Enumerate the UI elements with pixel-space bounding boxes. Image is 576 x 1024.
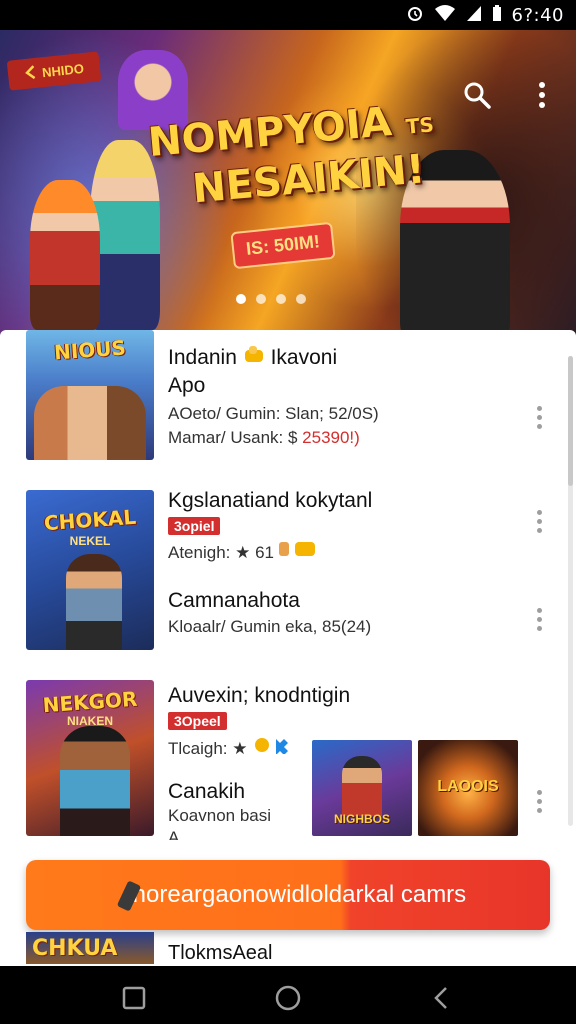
- app-title-1-part1: Indanin: [168, 346, 237, 369]
- promo-badge: 3opiel: [168, 517, 221, 535]
- preview-card-2[interactable]: LAOOIS: [418, 740, 518, 836]
- hero-banner[interactable]: NHIDO NOMPYOIA TS NESAIKIN! IS: 50IM!: [0, 30, 576, 342]
- item-menu-button[interactable]: [534, 406, 544, 436]
- cta-label: Inoreargaonowidloldarkal camrs: [126, 881, 467, 908]
- thumbnail-characters: [34, 386, 146, 460]
- preview-card-label: LAOOIS: [437, 778, 499, 795]
- app-title-2[interactable]: Kgslanatiand kokytanl: [168, 489, 372, 513]
- kebab-dot: [536, 424, 542, 429]
- app-title-1-part2: Ikavoni: [270, 346, 338, 369]
- app-rating-3: Tlcaigh: ★: [168, 736, 292, 759]
- app-title-1-line2: Apo: [168, 374, 206, 397]
- app-meta-3c: A: [168, 828, 180, 840]
- app-title-4[interactable]: TlokmsAeal: [168, 942, 272, 965]
- app-thumbnail-3[interactable]: NEKGOR NIAKEN: [26, 680, 154, 836]
- hero-character-blonde: [90, 140, 160, 330]
- item-menu-button[interactable]: [534, 790, 544, 820]
- alarm-icon: [406, 4, 424, 27]
- more-vertical-icon: [536, 790, 542, 795]
- app-rating-2: Atenigh: ★ 61: [168, 540, 319, 563]
- carousel-dot[interactable]: [236, 294, 246, 304]
- item-menu-button[interactable]: [534, 608, 544, 638]
- battery-icon: [492, 4, 502, 27]
- promo-badge: 3Opeel: [168, 712, 227, 730]
- install-cta-button[interactable]: Inoreargaonowidloldarkal camrs: [26, 860, 550, 930]
- carousel-dot[interactable]: [256, 294, 266, 304]
- back-nav-button[interactable]: [428, 984, 456, 1012]
- thumbnail-title: NIOUS: [53, 335, 127, 365]
- scrollbar-thumb[interactable]: [568, 356, 573, 486]
- thumbnail-character: [66, 554, 122, 650]
- back-arrow-icon: [23, 64, 39, 82]
- hero-character-orange: [30, 180, 100, 330]
- kebab-dot: [536, 415, 542, 420]
- kebab-dot: [536, 626, 542, 631]
- price-label: Mamar/ Usank: $: [168, 428, 303, 447]
- thumbnail-character: [60, 726, 130, 836]
- app-meta-2b: Kloaalr/ Gumin eka, 85(24): [168, 617, 372, 636]
- app-title-2b[interactable]: Camnanahota: [168, 589, 300, 613]
- price-value: 25390!): [302, 428, 360, 447]
- preview-character: [342, 756, 382, 816]
- hero-title-suffix: TS: [404, 112, 435, 139]
- square-icon: [120, 986, 148, 1016]
- app-thumbnail-2[interactable]: CHOKAL NEKEL: [26, 490, 154, 650]
- app-price-row-1: Mamar/ Usank: $ 25390!): [168, 428, 360, 448]
- search-icon: [462, 82, 492, 114]
- app-meta-1: AOeto/ Gumin: Slan; 52/0S): [168, 404, 379, 423]
- hand-emoji-icon: [243, 346, 271, 369]
- more-options-button[interactable]: [532, 80, 552, 110]
- thumbnail-title: CHKUA: [32, 936, 118, 961]
- hand-icon: [278, 542, 319, 562]
- preview-card-label: NIGHBOS: [333, 812, 390, 826]
- system-nav-bar: [0, 966, 576, 1024]
- more-vertical-icon: [536, 406, 542, 411]
- app-thumbnail-1[interactable]: NIOUS: [26, 330, 154, 460]
- search-button[interactable]: [462, 80, 492, 110]
- back-tag-label: NHIDO: [41, 60, 85, 80]
- kebab-dot: [536, 617, 542, 622]
- home-button[interactable]: [274, 984, 302, 1012]
- wifi-icon: [434, 4, 456, 27]
- signal-icon: [466, 4, 482, 27]
- more-vertical-icon: [536, 608, 542, 613]
- kebab-dot: [536, 528, 542, 533]
- kebab-dot: [536, 808, 542, 813]
- back-triangle-icon: [428, 987, 456, 1016]
- app-title-3[interactable]: Auvexin; knodntigin: [168, 684, 350, 708]
- kebab-dot: [536, 519, 542, 524]
- carousel-dot[interactable]: [276, 294, 286, 304]
- thumbnail-subtitle: NEKEL: [69, 534, 111, 548]
- item-menu-button[interactable]: [534, 510, 544, 540]
- app-thumbnail-4[interactable]: CHKUA: [26, 932, 154, 964]
- medal-icon: [252, 738, 292, 758]
- preview-card-1[interactable]: NIGHBOS: [312, 740, 412, 836]
- more-vertical-icon: [532, 82, 552, 114]
- status-time: 6?:40: [511, 5, 564, 26]
- rating-text: Atenigh: ★ 61: [168, 543, 274, 562]
- carousel-indicator: [236, 294, 306, 304]
- app-meta-3b: Koavnon basi: [168, 806, 272, 825]
- app-title-1[interactable]: Indanin Ikavoni: [168, 346, 337, 370]
- circle-icon: [274, 985, 302, 1016]
- status-bar: 6?:40: [0, 0, 576, 30]
- recents-button[interactable]: [120, 984, 148, 1012]
- thumbnail-title: CHOKAL: [43, 504, 137, 536]
- carousel-dot[interactable]: [296, 294, 306, 304]
- rating-text: Tlcaigh: ★: [168, 739, 248, 758]
- more-vertical-icon: [536, 510, 542, 515]
- kebab-dot: [536, 799, 542, 804]
- app-title-3b[interactable]: Canakih: [168, 780, 245, 804]
